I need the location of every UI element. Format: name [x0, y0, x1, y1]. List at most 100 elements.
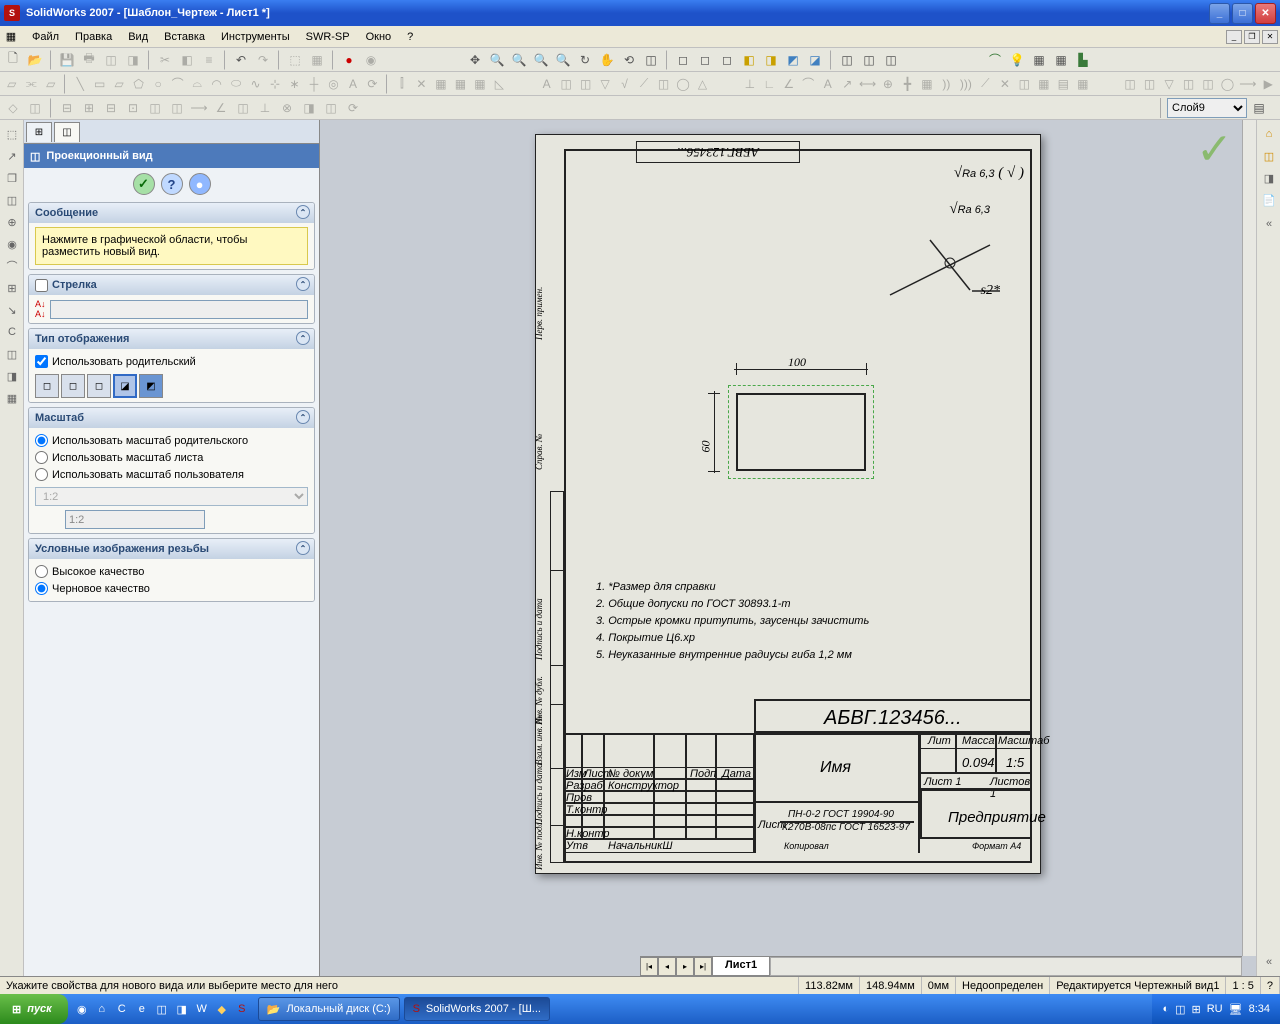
- shade2-icon[interactable]: ◨: [761, 50, 781, 70]
- arc3-icon[interactable]: ◠: [208, 74, 225, 94]
- a9-icon[interactable]: ▦: [1074, 74, 1091, 94]
- v11-icon[interactable]: ◫: [233, 98, 253, 118]
- wire-icon[interactable]: ◻: [673, 50, 693, 70]
- status-help-icon[interactable]: ?: [1261, 977, 1280, 994]
- point-icon[interactable]: ∗: [286, 74, 303, 94]
- rs-doc-icon[interactable]: 📄: [1259, 190, 1279, 210]
- menu-edit[interactable]: Правка: [67, 29, 120, 45]
- view1-icon[interactable]: ◫: [859, 50, 879, 70]
- a2-icon[interactable]: )): [938, 74, 955, 94]
- layer-mgr-icon[interactable]: ▤: [1249, 98, 1269, 118]
- v16-icon[interactable]: ⟳: [343, 98, 363, 118]
- a5-icon[interactable]: ✕: [996, 74, 1013, 94]
- rs-home-icon[interactable]: ⌂: [1259, 124, 1279, 144]
- surf-icon[interactable]: √: [616, 74, 633, 94]
- mdi-close[interactable]: ✕: [1262, 30, 1278, 44]
- mirror-icon[interactable]: ⫿: [393, 74, 410, 94]
- cm-icon[interactable]: ⊕: [879, 74, 896, 94]
- lead-icon[interactable]: ↗: [839, 74, 856, 94]
- hole-icon[interactable]: ◫: [655, 74, 672, 94]
- grid-tb-icon[interactable]: ▦: [432, 74, 449, 94]
- shade1-icon[interactable]: ◧: [739, 50, 759, 70]
- vertical-scrollbar[interactable]: [1242, 120, 1256, 956]
- 3dsketch-icon[interactable]: ▱: [42, 74, 59, 94]
- cm13-icon[interactable]: ▦: [2, 388, 22, 408]
- ellipse-icon[interactable]: ⬭: [227, 74, 244, 94]
- pm-help-button[interactable]: ?: [161, 173, 183, 195]
- cm6-icon[interactable]: ◉: [2, 234, 22, 254]
- v9-icon[interactable]: ⟶: [189, 98, 209, 118]
- thread-high-radio[interactable]: [35, 565, 48, 578]
- zoom-sel-icon[interactable]: 🔍: [553, 50, 573, 70]
- a6-icon[interactable]: ◫: [1016, 74, 1033, 94]
- grid3-icon[interactable]: ▦: [1051, 50, 1071, 70]
- bal-icon[interactable]: ◯: [674, 74, 691, 94]
- sheet-prev-button[interactable]: ◂: [658, 957, 676, 976]
- geom-icon[interactable]: ◉: [361, 50, 381, 70]
- a10-icon[interactable]: ◫: [1121, 74, 1138, 94]
- menu-swrsp[interactable]: SWR-SP: [298, 29, 358, 45]
- conv-icon[interactable]: ⟳: [364, 74, 381, 94]
- grid-icon[interactable]: ▦: [307, 50, 327, 70]
- v1-icon[interactable]: ◇: [3, 98, 23, 118]
- zoom-fit-icon[interactable]: 🔍: [487, 50, 507, 70]
- dim2-icon[interactable]: ⟷: [858, 74, 877, 94]
- a11-icon[interactable]: ◫: [1141, 74, 1158, 94]
- zoom-area-icon[interactable]: 🔍: [509, 50, 529, 70]
- v7-icon[interactable]: ◫: [145, 98, 165, 118]
- a17-icon[interactable]: ▶: [1259, 74, 1276, 94]
- cut-icon[interactable]: ✂: [155, 50, 175, 70]
- graphics-area[interactable]: ✓ АБВГ.123456... √Ra 6,3 ( √ ) √Ra 6,3 s…: [320, 120, 1256, 976]
- cm5-icon[interactable]: ⊕: [2, 212, 22, 232]
- maximize-button[interactable]: □: [1232, 3, 1253, 24]
- text-icon[interactable]: A: [344, 74, 361, 94]
- start-button[interactable]: ⊞пуск: [0, 994, 68, 1024]
- atext-icon[interactable]: A: [819, 74, 836, 94]
- sketch-icon[interactable]: ▱: [3, 74, 20, 94]
- ql-icon[interactable]: ◫: [154, 1001, 170, 1017]
- zoom-in-icon[interactable]: 🔍: [531, 50, 551, 70]
- select-icon[interactable]: ⬚: [285, 50, 305, 70]
- sheet-tab[interactable]: Лист1: [712, 957, 770, 976]
- center-icon[interactable]: ◎: [325, 74, 342, 94]
- sheet-last-button[interactable]: ▸|: [694, 957, 712, 976]
- gtol-icon[interactable]: ◫: [577, 74, 594, 94]
- tool-icon[interactable]: ◫: [101, 50, 121, 70]
- weld-icon[interactable]: ⟋: [635, 74, 652, 94]
- cm11-icon[interactable]: ◫: [2, 344, 22, 364]
- rs-expand-icon[interactable]: «: [1259, 214, 1279, 234]
- cm9-icon[interactable]: ↘: [2, 300, 22, 320]
- a4-icon[interactable]: ⟋: [977, 74, 994, 94]
- v14-icon[interactable]: ◨: [299, 98, 319, 118]
- a12-icon[interactable]: ▽: [1160, 74, 1177, 94]
- sheet-next-button[interactable]: ▸: [676, 957, 694, 976]
- arrow-checkbox[interactable]: [35, 279, 48, 292]
- tray-icon[interactable]: 🖥: [1229, 1003, 1243, 1016]
- chamf-icon[interactable]: ◺: [491, 74, 508, 94]
- tray-lang[interactable]: RU: [1207, 1003, 1223, 1015]
- dim-icon[interactable]: A: [538, 74, 555, 94]
- cm12-icon[interactable]: ◨: [2, 366, 22, 386]
- arc-icon[interactable]: ⌒: [985, 50, 1005, 70]
- axis-icon[interactable]: ┼: [305, 74, 322, 94]
- print-icon[interactable]: 🖶: [79, 50, 99, 70]
- display-shade-edge-button[interactable]: ◪: [113, 374, 137, 398]
- rs-pal-icon[interactable]: ◨: [1259, 168, 1279, 188]
- pm-tab-property[interactable]: ◫: [54, 122, 80, 142]
- cm7-icon[interactable]: ⌒: [2, 256, 22, 276]
- datum-icon[interactable]: ▽: [596, 74, 613, 94]
- mdi-restore[interactable]: ❐: [1244, 30, 1260, 44]
- horizontal-scrollbar[interactable]: [770, 957, 1242, 976]
- v4-icon[interactable]: ⊞: [79, 98, 99, 118]
- display-shade-button[interactable]: ◩: [139, 374, 163, 398]
- pm-tab-feature[interactable]: ⊞: [26, 122, 52, 142]
- shade4-icon[interactable]: ◪: [805, 50, 825, 70]
- pan-icon[interactable]: ✋: [597, 50, 617, 70]
- a7-icon[interactable]: ▦: [1035, 74, 1052, 94]
- line-icon[interactable]: ╲: [71, 74, 88, 94]
- menu-view[interactable]: Вид: [120, 29, 156, 45]
- v10-icon[interactable]: ∠: [211, 98, 231, 118]
- collapse-icon[interactable]: ⌃: [296, 205, 310, 219]
- tool2-icon[interactable]: ◨: [123, 50, 143, 70]
- display-wire-button[interactable]: ◻: [35, 374, 59, 398]
